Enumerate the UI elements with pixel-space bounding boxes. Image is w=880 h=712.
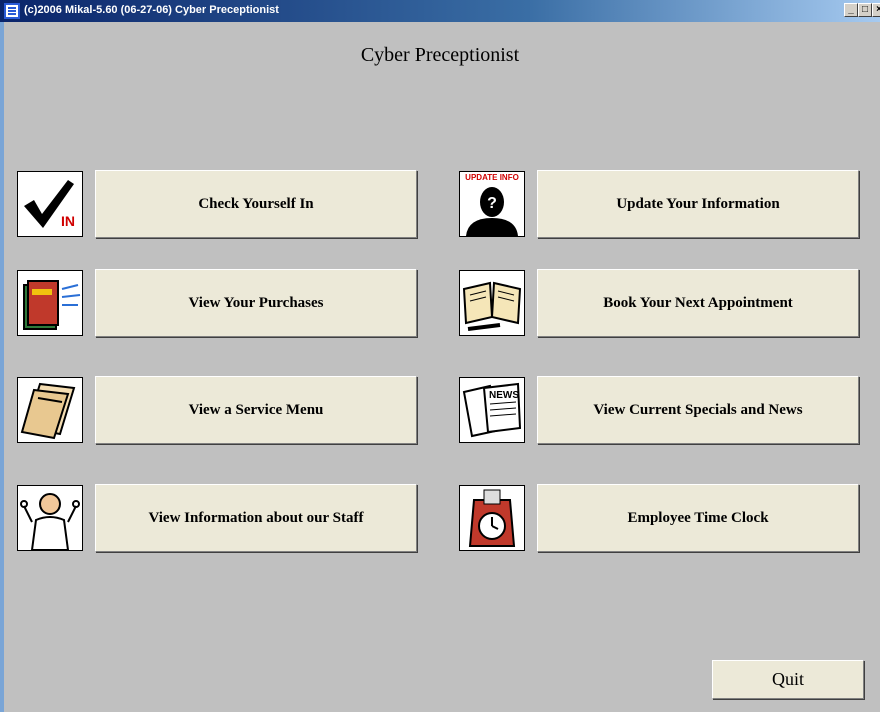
app-title: Cyber Preceptionist — [360, 44, 520, 66]
staff-info-label: View Information about our Staff — [148, 509, 364, 526]
service-menu-button[interactable]: View a Service Menu — [95, 376, 417, 444]
quit-button[interactable]: Quit — [712, 660, 864, 699]
maximize-button[interactable]: □ — [858, 3, 872, 17]
title-bar[interactable]: (c)2006 Mikal-5.60 (06-27-06) Cyber Prec… — [0, 0, 880, 22]
window-left-border — [0, 22, 4, 712]
time-clock-label: Employee Time Clock — [627, 509, 769, 526]
news-text: NEWS — [489, 390, 519, 401]
app-window: (c)2006 Mikal-5.60 (06-27-06) Cyber Prec… — [0, 0, 880, 712]
staff-barber-icon[interactable] — [17, 485, 83, 551]
quit-label: Quit — [771, 669, 804, 689]
service-menu-icon[interactable] — [17, 377, 83, 443]
svg-text:?: ? — [487, 195, 497, 212]
update-info-button[interactable]: Update Your Information — [537, 170, 859, 238]
open-book-pen-icon[interactable] — [459, 270, 525, 336]
update-info-text: UPDATE INFO — [465, 173, 519, 182]
time-clock-button[interactable]: Employee Time Clock — [537, 484, 859, 552]
specials-button[interactable]: View Current Specials and News — [537, 376, 859, 444]
appointment-label: Book Your Next Appointment — [603, 294, 793, 311]
staff-info-button[interactable]: View Information about our Staff — [95, 484, 417, 552]
newspaper-icon[interactable]: NEWS — [459, 377, 525, 443]
app-icon[interactable] — [4, 3, 20, 19]
checkmark-in-icon[interactable]: IN — [17, 171, 83, 237]
update-info-label: Update Your Information — [616, 195, 780, 212]
minimize-button[interactable]: _ — [844, 3, 858, 17]
time-clock-icon[interactable] — [459, 485, 525, 551]
service-menu-label: View a Service Menu — [188, 401, 324, 418]
book-purchases-icon[interactable] — [17, 270, 83, 336]
specials-label: View Current Specials and News — [593, 401, 803, 418]
purchases-button[interactable]: View Your Purchases — [95, 269, 417, 337]
update-info-person-icon[interactable]: UPDATE INFO ? — [459, 171, 525, 237]
checkmark-in-text: IN — [61, 213, 75, 229]
check-in-button[interactable]: Check Yourself In — [95, 170, 417, 238]
window-title: (c)2006 Mikal-5.60 (06-27-06) Cyber Prec… — [24, 4, 279, 16]
close-icon: × — [876, 4, 880, 15]
purchases-label: View Your Purchases — [188, 294, 324, 311]
check-in-label: Check Yourself In — [198, 195, 314, 212]
minimize-icon: _ — [848, 4, 854, 15]
close-button[interactable]: × — [872, 3, 880, 17]
maximize-icon: □ — [861, 4, 869, 15]
appointment-button[interactable]: Book Your Next Appointment — [537, 269, 859, 337]
